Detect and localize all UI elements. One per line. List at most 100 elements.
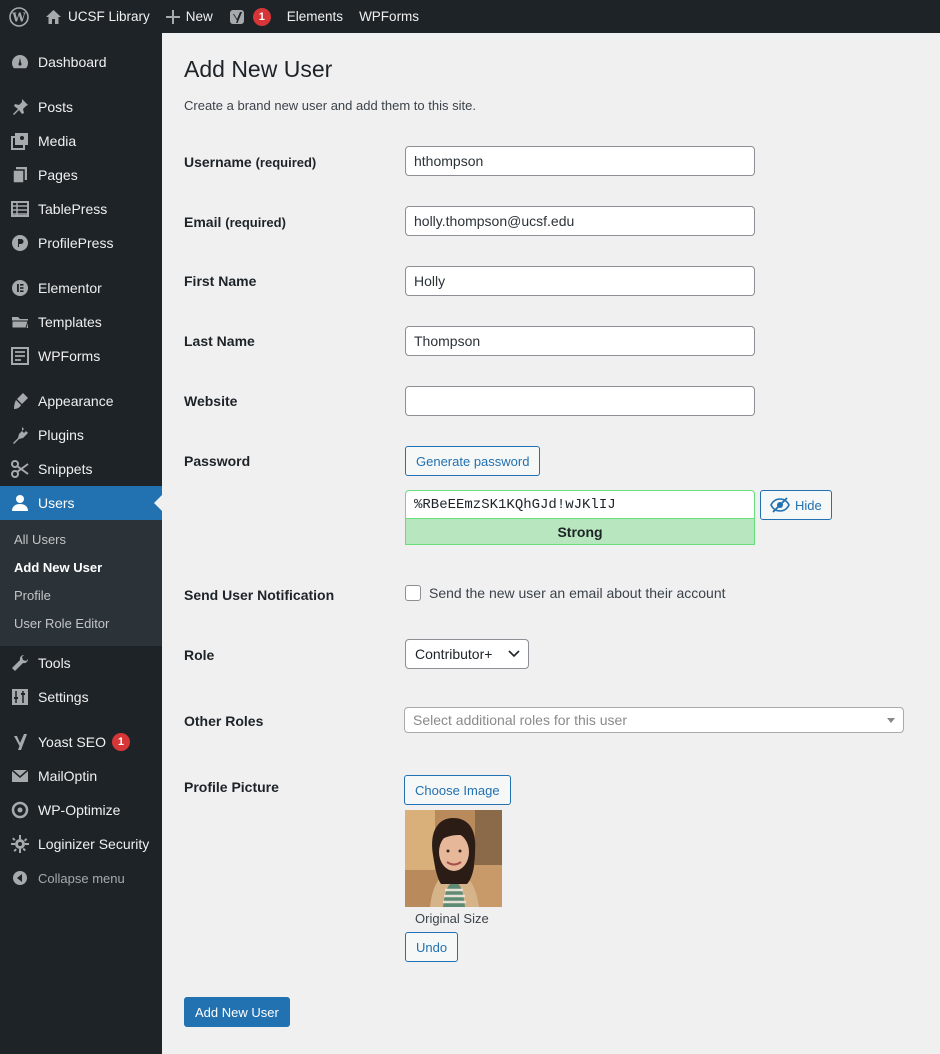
sidebar-label-loginizer: Loginizer Security [38,836,150,852]
wpforms-adminbar-link[interactable]: WPForms [351,0,427,33]
sidebar-item-tablepress[interactable]: TablePress [0,192,162,226]
role-label: Role [184,647,215,663]
email-label-text: Email [184,214,222,230]
collapse-menu-label: Collapse menu [38,870,125,886]
sidebar-label-templates: Templates [38,314,102,330]
undo-button[interactable]: Undo [405,932,459,962]
table-icon [10,199,30,219]
website-label: Website [184,393,238,409]
sidebar-item-dashboard[interactable]: Dashboard [0,45,162,79]
sidebar-item-plugins[interactable]: Plugins [0,418,162,452]
sidebar-item-elementor[interactable]: Elementor [0,271,162,305]
users-submenu: All Users Add New User Profile User Role… [0,520,162,646]
sidebar-item-posts[interactable]: Posts [0,90,162,124]
password-input[interactable]: %RBeEEmzSK1KQhGJd!wJKlIJ [405,490,755,519]
username-label: Username (required) [184,154,316,170]
username-required-text: (required) [255,155,317,170]
site-name-label: UCSF Library [68,9,150,24]
email-required-text: (required) [225,215,286,230]
sidebar-label-tools: Tools [38,655,71,671]
wpforms-adminbar-label: WPForms [359,9,420,24]
pages-icon [10,165,30,185]
hide-password-button[interactable]: Hide [760,490,832,520]
username-input[interactable] [405,146,755,176]
wordpress-logo-icon: W [9,6,29,27]
wordpress-logo-button[interactable]: W [0,0,37,33]
collapse-arrow-icon [10,868,30,888]
page-title: Add New User [184,56,333,82]
sidebar-label-media: Media [38,133,77,149]
admin-sidebar: Dashboard Posts Media Pages TablePress P… [0,33,162,1054]
plus-icon [165,9,180,24]
sidebar-item-templates[interactable]: Templates [0,305,162,339]
sidebar-item-yoast[interactable]: Yoast SEO 1 [0,725,162,759]
sidebar-item-snippets[interactable]: Snippets [0,452,162,486]
generate-password-button[interactable]: Generate password [405,446,541,476]
sidebar-label-wpforms: WPForms [38,348,101,364]
other-roles-label: Other Roles [184,713,264,729]
elementor-icon [10,278,30,298]
sidebar-item-media[interactable]: Media [0,124,162,158]
add-new-user-button[interactable]: Add New User [184,997,290,1027]
role-select-value: Contributor+ [415,646,493,662]
sidebar-item-users[interactable]: Users [0,486,162,520]
sidebar-item-loginizer[interactable]: Loginizer Security [0,827,162,861]
email-label: Email (required) [184,214,286,230]
new-content-link[interactable]: New [158,0,221,33]
wp-optimize-icon [10,800,30,820]
sidebar-item-wpforms[interactable]: WPForms [0,339,162,373]
send-notification-text[interactable]: Send the new user an email about their a… [429,585,726,601]
username-label-text: Username [184,154,252,170]
sidebar-item-pages[interactable]: Pages [0,158,162,192]
last-name-input[interactable] [405,326,755,356]
role-select[interactable]: Contributor+ [405,639,529,669]
page-intro: Create a brand new user and add them to … [184,97,476,113]
original-size-caption: Original Size [415,911,489,926]
sidebar-item-tools[interactable]: Tools [0,646,162,680]
collapse-menu-button[interactable]: Collapse menu [0,861,162,895]
sidebar-label-plugins: Plugins [38,427,84,443]
yoast-count-badge: 1 [252,7,271,26]
email-input[interactable] [405,206,755,236]
yoast-sidebar-badge: 1 [111,733,130,751]
gear-icon [10,834,30,854]
sidebar-item-mailoptin[interactable]: MailOptin [0,759,162,793]
submenu-profile[interactable]: Profile [0,583,162,611]
submenu-all-users[interactable]: All Users [0,527,162,555]
password-label: Password [184,453,251,469]
other-roles-select[interactable]: Select additional roles for this user [404,707,904,733]
site-name-link[interactable]: UCSF Library [37,0,158,33]
user-icon [10,493,30,513]
plug-icon [10,425,30,445]
yoast-adminbar-link[interactable]: 1 [221,0,279,33]
sidebar-item-appearance[interactable]: Appearance [0,384,162,418]
submenu-user-role-editor[interactable]: User Role Editor [0,611,162,639]
sidebar-item-settings[interactable]: Settings [0,680,162,714]
hide-password-label: Hide [795,497,822,513]
eye-slash-icon [770,497,790,513]
sidebar-label-posts: Posts [38,99,74,115]
media-icon [10,131,30,151]
submenu-add-new-user[interactable]: Add New User [0,555,162,583]
mail-icon [10,766,30,786]
profilepress-icon [10,233,30,253]
elements-link[interactable]: Elements [279,0,351,33]
send-notification-checkbox[interactable] [405,585,421,601]
dropdown-arrow-icon [887,717,895,723]
profile-picture-image [405,810,502,907]
home-icon [45,9,62,25]
website-input[interactable] [405,386,755,416]
sidebar-label-appearance: Appearance [38,393,114,409]
first-name-input[interactable] [405,266,755,296]
other-roles-placeholder: Select additional roles for this user [413,712,627,728]
sidebar-item-profilepress[interactable]: ProfilePress [0,226,162,260]
admin-bar: W UCSF Library New 1 Elements WPForms [0,0,940,33]
chevron-down-icon [508,650,520,658]
wpforms-icon [10,346,30,366]
folder-icon [10,312,30,332]
settings-sliders-icon [10,687,30,707]
sidebar-label-yoast: Yoast SEO [38,734,106,750]
sidebar-item-wp-optimize[interactable]: WP-Optimize [0,793,162,827]
choose-image-button[interactable]: Choose Image [404,775,511,805]
pin-icon [10,97,30,117]
